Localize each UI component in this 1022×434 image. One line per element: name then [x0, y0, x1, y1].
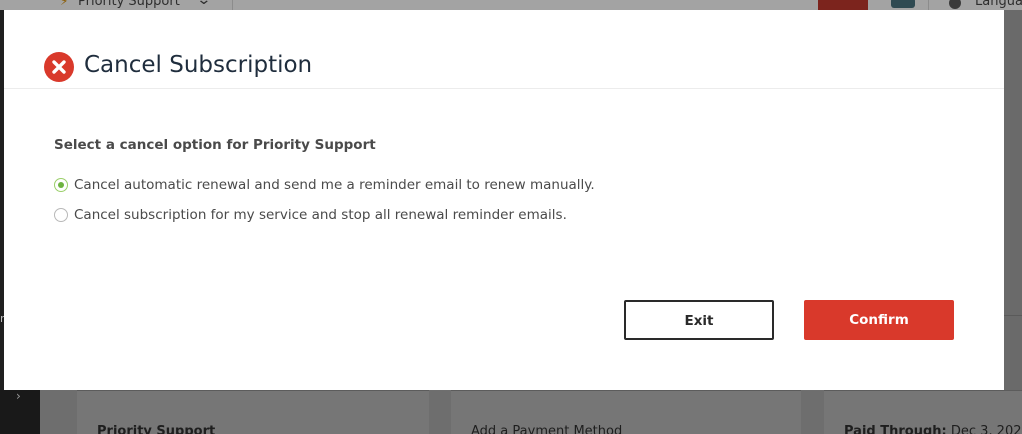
- cancel-option-prompt: Select a cancel option for Priority Supp…: [54, 137, 376, 153]
- card-title: Priority Support: [97, 424, 216, 434]
- chevron-down-icon[interactable]: ⌄: [196, 0, 211, 8]
- paid-through-value: Dec 3, 2020: [950, 424, 1022, 434]
- top-navigation-bar: ⚡ Priority Support ⌄ Langua: [0, 0, 1022, 10]
- cancel-subscription-dialog: Cancel Subscription Select a cancel opti…: [4, 10, 1004, 390]
- dialog-header: Cancel Subscription: [4, 10, 1004, 89]
- dialog-title: Cancel Subscription: [84, 52, 313, 78]
- chevron-right-icon[interactable]: ›: [16, 389, 21, 403]
- radio-button[interactable]: [54, 208, 68, 222]
- close-circle-icon: [44, 52, 74, 82]
- divider: [928, 0, 929, 10]
- exit-button[interactable]: Exit: [624, 300, 774, 340]
- lightning-icon: ⚡: [60, 0, 69, 8]
- product-selector[interactable]: Priority Support: [78, 0, 180, 9]
- globe-icon: [949, 0, 961, 9]
- background-right-edge: [1004, 10, 1022, 390]
- confirm-button[interactable]: Confirm: [804, 300, 954, 340]
- language-selector[interactable]: Langua: [975, 0, 1022, 9]
- option-label[interactable]: Cancel subscription for my service and s…: [74, 206, 567, 224]
- paid-through-label: Paid Through:: [844, 424, 947, 434]
- add-payment-link[interactable]: Add a Payment Method: [471, 424, 622, 434]
- notification-bell-button[interactable]: [818, 0, 868, 10]
- radio-button-selected[interactable]: [54, 178, 68, 192]
- cart-icon[interactable]: [891, 0, 915, 8]
- divider: [232, 0, 233, 10]
- divider: [1004, 315, 1022, 316]
- option-label[interactable]: Cancel automatic renewal and send me a r…: [74, 176, 595, 194]
